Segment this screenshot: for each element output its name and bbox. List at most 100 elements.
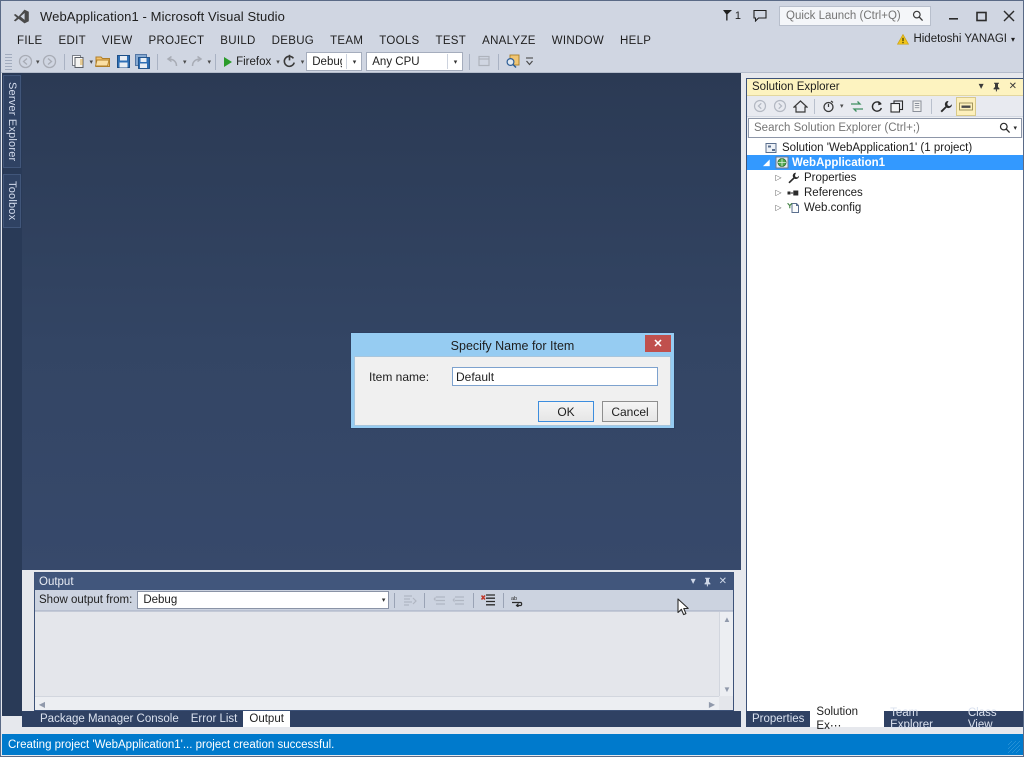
search-magnifier-icon [912, 10, 924, 22]
dialog-close-button[interactable]: ✕ [645, 335, 671, 352]
scroll-right-icon[interactable]: ▶ [705, 697, 719, 711]
chevron-down-icon[interactable]: ▾ [345, 54, 360, 69]
quick-launch-box[interactable] [779, 6, 931, 26]
open-file-folder-icon[interactable] [93, 52, 113, 72]
scroll-down-icon[interactable]: ▼ [720, 682, 734, 696]
output-source-combo[interactable]: Debug ▾ [137, 591, 390, 609]
notifications-button[interactable]: 1 [722, 10, 741, 22]
quick-launch-input[interactable] [786, 10, 912, 22]
solution-tree[interactable]: Solution 'WebApplication1' (1 project) ◢… [747, 138, 1023, 711]
tree-item-solution[interactable]: Solution 'WebApplication1' (1 project) [747, 140, 1023, 155]
output-content-area[interactable]: ▲ ▼ ◀ ▶ [35, 611, 733, 710]
tree-expander[interactable]: ▷ [772, 203, 785, 212]
panel-pin-icon[interactable] [703, 577, 712, 587]
start-debug-button[interactable]: Firefox [220, 52, 275, 72]
pending-changes-filter-icon[interactable] [819, 97, 839, 116]
feedback-speech-bubble-icon[interactable] [753, 10, 767, 22]
chevron-down-icon[interactable]: ▾ [1011, 35, 1015, 44]
preview-selected-items-icon[interactable] [955, 96, 976, 116]
close-button[interactable] [995, 3, 1023, 29]
show-all-files-icon[interactable] [907, 97, 927, 116]
properties-wrench-icon [785, 172, 802, 184]
clear-all-icon[interactable] [479, 591, 498, 609]
output-source-value: Debug [143, 594, 178, 606]
scroll-up-icon[interactable]: ▲ [720, 612, 734, 626]
find-in-files-icon[interactable] [503, 52, 523, 72]
refresh-circular-arrow-icon[interactable] [280, 52, 300, 72]
resize-grip-icon[interactable] [1008, 741, 1020, 753]
tree-expander[interactable]: ▷ [772, 188, 785, 197]
tab-output[interactable]: Output [243, 711, 290, 727]
menu-window[interactable]: WINDOW [544, 33, 612, 49]
output-vertical-scrollbar[interactable]: ▲ ▼ [719, 612, 733, 696]
web-project-icon [773, 156, 790, 169]
panel-dropdown-icon[interactable]: ▾ [691, 576, 696, 587]
minimize-button[interactable] [939, 3, 967, 29]
tree-expander[interactable]: ▷ [772, 173, 785, 182]
tab-class-view[interactable]: Class View [962, 707, 1023, 731]
menu-analyze[interactable]: ANALYZE [474, 33, 544, 49]
platform-combo[interactable]: Any CPU ▾ [366, 52, 464, 71]
sync-with-active-document-icon[interactable] [847, 97, 867, 116]
ok-button[interactable]: OK [538, 401, 594, 422]
navigate-forward-icon[interactable] [40, 52, 60, 72]
scroll-left-icon[interactable]: ◀ [35, 697, 49, 711]
tab-error-list[interactable]: Error List [185, 711, 244, 727]
panel-pin-icon[interactable] [992, 82, 1001, 92]
panel-dropdown-icon[interactable]: ▾ [979, 82, 984, 92]
sidebar-item-server-explorer[interactable]: Server Explorer [3, 75, 21, 169]
maximize-button[interactable] [967, 3, 995, 29]
menu-project[interactable]: PROJECT [141, 33, 213, 49]
refresh-icon[interactable] [867, 97, 887, 116]
item-name-input[interactable] [452, 367, 658, 386]
menu-team[interactable]: TEAM [322, 33, 371, 49]
navigate-back-icon[interactable] [15, 52, 35, 72]
toolbar-separator [157, 53, 159, 70]
tab-team-explorer[interactable]: Team Explorer [884, 707, 962, 731]
tree-expander[interactable]: ◢ [760, 158, 773, 167]
menu-edit[interactable]: EDIT [51, 33, 94, 49]
menu-debug[interactable]: DEBUG [264, 33, 322, 49]
menu-view[interactable]: VIEW [94, 33, 141, 49]
refresh-dropdown-icon[interactable]: ▾ [301, 58, 305, 66]
menu-tools[interactable]: TOOLS [371, 33, 427, 49]
new-project-icon[interactable] [69, 52, 89, 72]
save-all-icon[interactable] [133, 52, 153, 72]
menu-test[interactable]: TEST [428, 33, 475, 49]
window-title: WebApplication1 - Microsoft Visual Studi… [40, 8, 285, 24]
menu-build[interactable]: BUILD [212, 33, 263, 49]
chevron-down-icon[interactable]: ▾ [382, 596, 386, 604]
tree-item-properties[interactable]: ▷ Properties [747, 170, 1023, 185]
tree-item-references[interactable]: ▷ References [747, 185, 1023, 200]
tree-item-web-config[interactable]: ▷ Web.config [747, 200, 1023, 215]
output-panel-title: Output [39, 575, 74, 588]
tab-solution-explorer[interactable]: Solution Ex⋯ [810, 706, 885, 732]
toolbar-drag-grip[interactable] [5, 53, 12, 70]
solution-explorer-title: Solution Explorer [752, 81, 840, 93]
cancel-button[interactable]: Cancel [602, 401, 658, 422]
output-horizontal-scrollbar[interactable]: ◀ ▶ [35, 696, 719, 710]
configuration-combo[interactable]: Debug ▾ [306, 52, 363, 71]
tab-package-manager-console[interactable]: Package Manager Console [34, 711, 185, 727]
save-icon[interactable] [113, 52, 133, 72]
panel-close-icon[interactable]: ✕ [1009, 82, 1017, 92]
chevron-down-icon[interactable]: ▾ [1013, 124, 1017, 132]
menu-help[interactable]: HELP [612, 33, 659, 49]
home-icon[interactable] [790, 97, 810, 116]
tree-item-project[interactable]: ◢ WebApplication1 [747, 155, 1023, 170]
search-input[interactable] [754, 122, 984, 134]
panel-close-icon[interactable]: ✕ [719, 576, 727, 587]
toggle-word-wrap-icon[interactable]: ab [509, 591, 528, 609]
toolbar-overflow-chevron-icon[interactable] [525, 55, 534, 69]
sidebar-item-toolbox[interactable]: Toolbox [3, 174, 21, 228]
menu-file[interactable]: FILE [9, 33, 51, 49]
chevron-down-icon[interactable]: ▾ [446, 54, 461, 69]
configuration-value: Debug [312, 55, 341, 68]
chevron-down-icon[interactable]: ▾ [840, 102, 844, 110]
tab-properties[interactable]: Properties [746, 711, 810, 727]
redo-dropdown-icon[interactable]: ▾ [208, 58, 212, 66]
solution-explorer-search[interactable]: ▾ [748, 118, 1022, 138]
collapse-all-icon[interactable] [887, 97, 907, 116]
properties-wrench-icon[interactable] [936, 97, 956, 116]
user-account-menu[interactable]: Hidetoshi YANAGI ▾ [897, 33, 1015, 45]
